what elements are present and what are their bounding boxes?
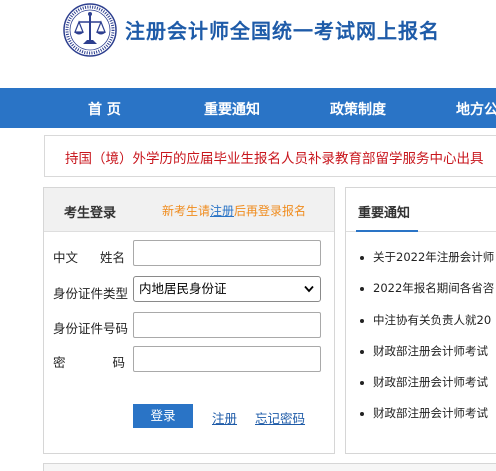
site-title: 注册会计师全国统一考试网上报名 <box>125 19 440 43</box>
bullet-icon <box>360 255 364 260</box>
bullet-icon <box>360 286 364 291</box>
announcement-marquee: 持国（境）外学历的应届毕业生报名人员补录教育部留学服务中心出具 <box>44 135 496 177</box>
notices-header: 重要通知 <box>346 188 496 232</box>
notice-item-text: 财政部注册会计师考试 <box>373 344 488 358</box>
id-type-value: 内地居民身份证 <box>139 281 227 296</box>
login-panel: 考生登录 新考生请注册后再登录报名 中文 姓名 身份证件类型 内地居民身份证 身份… <box>43 187 335 454</box>
register-hint: 新考生请注册后再登录报名 <box>162 202 306 219</box>
name-input[interactable] <box>133 240 321 266</box>
notice-item-text: 2022年报名期间各省咨 <box>373 281 495 295</box>
register-hint-link[interactable]: 注册 <box>210 204 234 218</box>
notices-title: 重要通知 <box>358 206 411 221</box>
password-label: 密码 <box>53 352 135 371</box>
bullet-icon <box>360 349 364 354</box>
site-header: 注册会计师全国统一考试网上报名 <box>0 0 496 88</box>
notice-item-text: 财政部注册会计师考试 <box>373 375 488 389</box>
id-number-input[interactable] <box>133 312 321 338</box>
next-section-panel <box>43 463 496 471</box>
forgot-password-link[interactable]: 忘记密码 <box>255 408 305 427</box>
password-input[interactable] <box>133 346 321 372</box>
bullet-icon <box>360 411 364 416</box>
register-link[interactable]: 注册 <box>212 408 237 427</box>
password-label-part2: 码 <box>112 355 125 370</box>
notices-title-underline <box>356 230 418 232</box>
bullet-icon <box>360 380 364 385</box>
bullet-icon <box>360 318 364 323</box>
notice-item[interactable]: 2022年报名期间各省咨 <box>360 280 494 296</box>
chevron-down-icon <box>304 285 314 293</box>
id-number-label: 身份证件号码 <box>53 321 129 336</box>
announcement-text[interactable]: 持国（境）外学历的应届毕业生报名人员补录教育部留学服务中心出具 <box>65 147 484 167</box>
nav-policies[interactable]: 政策制度 <box>330 99 386 119</box>
register-hint-prefix: 新考生请 <box>162 204 211 218</box>
name-label: 中文 姓名 <box>53 247 135 266</box>
notice-item[interactable]: 关于2022年注册会计师 <box>360 249 494 265</box>
cicpa-logo-icon <box>63 3 117 57</box>
name-label-part1: 中文 <box>53 250 79 265</box>
id-type-select[interactable]: 内地居民身份证 <box>133 276 321 302</box>
nav-local-announcements[interactable]: 地方公 <box>456 99 496 119</box>
main-nav: 首 页 重要通知 政策制度 地方公 <box>0 88 496 128</box>
password-label-part1: 密 <box>53 355 66 370</box>
notice-item[interactable]: 财政部注册会计师考试 <box>360 374 488 390</box>
nav-important-notices[interactable]: 重要通知 <box>204 99 260 119</box>
login-header: 考生登录 新考生请注册后再登录报名 <box>44 188 334 232</box>
register-hint-suffix: 后再登录报名 <box>234 204 307 218</box>
name-label-part2: 姓名 <box>99 250 125 265</box>
nav-home[interactable]: 首 页 <box>88 99 121 119</box>
notice-item-text: 关于2022年注册会计师 <box>373 250 495 264</box>
login-button[interactable]: 登录 <box>133 404 193 428</box>
notice-item[interactable]: 财政部注册会计师考试 <box>360 343 488 359</box>
login-title: 考生登录 <box>64 206 117 221</box>
notices-panel: 重要通知 关于2022年注册会计师 2022年报名期间各省咨 中注协有关负责人就… <box>345 187 496 454</box>
notice-item-text: 中注协有关负责人就20 <box>373 313 492 327</box>
notice-item[interactable]: 财政部注册会计师考试 <box>360 405 488 421</box>
notice-item-text: 财政部注册会计师考试 <box>373 406 488 420</box>
notice-item[interactable]: 中注协有关负责人就20 <box>360 312 491 328</box>
id-type-label: 身份证件类型 <box>53 286 129 301</box>
